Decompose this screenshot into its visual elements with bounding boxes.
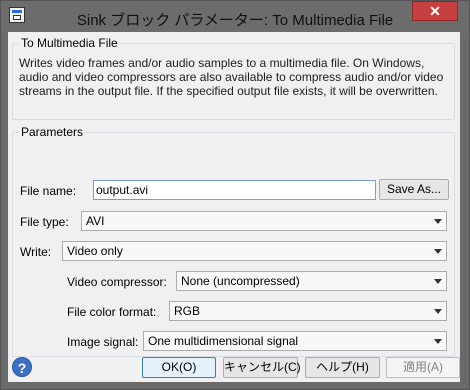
chevron-down-icon xyxy=(434,309,442,314)
file-type-value: AVI xyxy=(86,214,105,228)
ok-button[interactable]: OK(O) xyxy=(142,357,216,378)
image-signal-label: Image signal: xyxy=(67,335,139,349)
chevron-down-icon xyxy=(434,249,442,254)
window-title: Sink ブロック パラメーター: To Multimedia File xyxy=(76,12,394,29)
close-button[interactable]: ✕ xyxy=(412,1,458,21)
chevron-down-icon xyxy=(434,339,442,344)
file-color-format-label: File color format: xyxy=(67,305,157,319)
file-type-label: File type: xyxy=(20,215,69,229)
write-label: Write: xyxy=(20,245,52,259)
file-color-format-value: RGB xyxy=(174,304,201,318)
video-compressor-label: Video compressor: xyxy=(67,275,167,289)
image-signal-value: One multidimensional signal xyxy=(148,334,299,348)
dialog-body: To Multimedia File Writes video frames a… xyxy=(8,32,460,382)
chevron-down-icon xyxy=(434,219,442,224)
title-bar[interactable]: Sink ブロック パラメーター: To Multimedia File ✕ xyxy=(1,1,469,35)
apply-button[interactable]: 適用(A) xyxy=(386,357,460,378)
video-compressor-value: None (uncompressed) xyxy=(181,274,300,288)
description-group-title: To Multimedia File xyxy=(19,36,120,50)
save-as-button[interactable]: Save As... xyxy=(379,179,449,200)
chevron-down-icon xyxy=(434,279,442,284)
parameters-group-title: Parameters xyxy=(19,125,86,139)
description-group: To Multimedia File Writes video frames a… xyxy=(12,36,455,120)
video-compressor-select[interactable]: None (uncompressed) xyxy=(176,271,447,291)
file-type-select[interactable]: AVI xyxy=(81,211,447,231)
block-description: Writes video frames and/or audio samples… xyxy=(19,56,444,98)
cancel-button[interactable]: キャンセル(C) xyxy=(223,357,301,378)
write-value: Video only xyxy=(67,244,123,258)
file-name-input[interactable]: output.avi xyxy=(93,180,376,200)
help-button[interactable]: ヘルプ(H) xyxy=(305,357,380,378)
file-name-label: File name: xyxy=(20,184,77,198)
write-select[interactable]: Video only xyxy=(62,241,447,261)
file-color-format-select[interactable]: RGB xyxy=(169,301,447,321)
help-icon[interactable]: ? xyxy=(12,357,32,377)
image-signal-select[interactable]: One multidimensional signal xyxy=(143,331,447,351)
